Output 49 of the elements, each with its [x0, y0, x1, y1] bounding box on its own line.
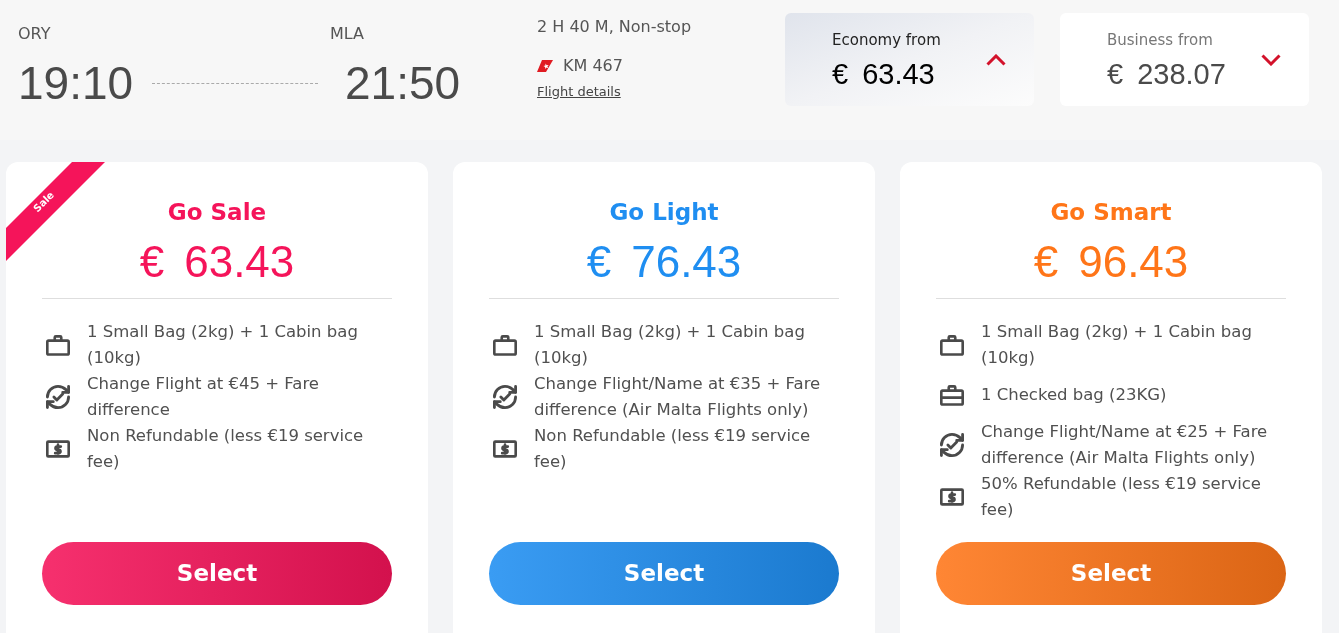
currency-symbol: €: [139, 238, 165, 286]
fare-feature: Change Flight at €45 + Fare difference: [87, 373, 320, 421]
fare-feature: 1 Small Bag (2kg) + 1 Cabin bag (10kg): [981, 321, 1253, 369]
price-amount: 238.07: [1137, 57, 1226, 90]
briefcase-icon: [940, 334, 964, 356]
refresh-check-icon: [493, 385, 517, 409]
dollar-note-icon: [46, 440, 70, 458]
chevron-down-icon: [1261, 53, 1281, 66]
fare-feature: 1 Small Bag (2kg) + 1 Cabin bag (10kg): [87, 321, 359, 369]
cabin-price-card[interactable]: Economy from € 63.43: [785, 13, 1034, 106]
cabin-price-card[interactable]: Business from € 238.07: [1060, 13, 1309, 106]
price-amount: 63.43: [862, 57, 935, 90]
fare-price: 76.43: [631, 238, 742, 286]
departure-time: 19:10: [18, 61, 135, 105]
flight-number: KM 467: [563, 55, 623, 77]
briefcase-icon: [46, 334, 70, 356]
fare-feature: 1 Small Bag (2kg) + 1 Cabin bag (10kg): [534, 321, 806, 369]
currency-symbol: €: [586, 238, 612, 286]
currency-symbol: €: [1107, 57, 1124, 90]
fare-feature: Non Refundable (less €19 service fee): [87, 425, 365, 473]
fare-price: 63.43: [184, 238, 295, 286]
arrival-airport: MLA: [330, 24, 366, 44]
fare-name: Go Smart: [1050, 198, 1172, 227]
fare-price: 96.43: [1078, 238, 1189, 286]
fare-feature: 1 Checked bag (23KG): [981, 384, 1167, 406]
fare-feature: 50% Refundable (less €19 service fee): [981, 473, 1262, 521]
tail-fin-icon: [537, 60, 553, 72]
fare-feature: Non Refundable (less €19 service fee): [534, 425, 812, 473]
cabin-label: Business from: [1107, 29, 1214, 50]
select-button[interactable]: Select: [489, 542, 839, 605]
arrival-time: 21:50: [344, 61, 462, 105]
departure-airport: ORY: [18, 24, 52, 44]
fare-name: Go Light: [609, 198, 719, 227]
fare-feature: Change Flight/Name at €25 + Fare difference (Air Malta Flights only): [981, 421, 1269, 469]
chevron-up-icon: [986, 53, 1006, 66]
briefcase-icon: [493, 334, 517, 356]
fare-feature: Change Flight/Name at €35 + Fare difference (Air Malta Flights only): [534, 373, 822, 421]
currency-symbol: €: [832, 57, 849, 90]
flight-duration: 2 H 40 M, Non-stop: [537, 16, 693, 38]
refresh-check-icon: [940, 433, 964, 457]
refresh-check-icon: [46, 385, 70, 409]
flight-details-link[interactable]: Flight details: [537, 83, 621, 101]
select-button[interactable]: Select: [42, 542, 392, 605]
dollar-note-icon: [493, 440, 517, 458]
currency-symbol: €: [1033, 238, 1059, 286]
fare-name: Go Sale: [167, 198, 267, 227]
dollar-note-icon: [940, 488, 964, 506]
suitcase-icon: [940, 384, 964, 406]
cabin-label: Economy from: [832, 29, 941, 50]
